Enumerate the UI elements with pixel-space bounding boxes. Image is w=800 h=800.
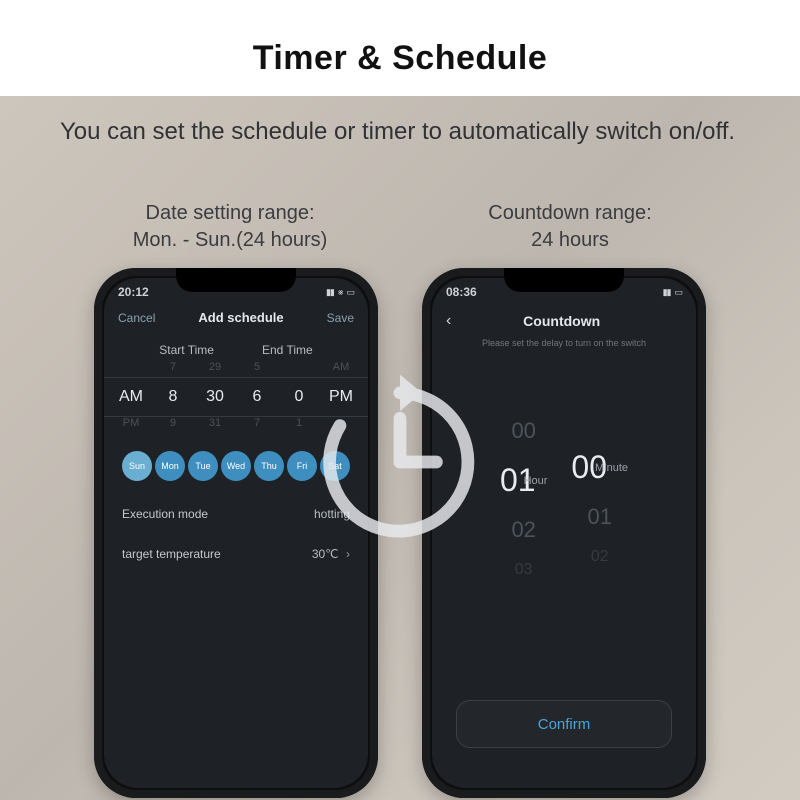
- day-fri[interactable]: Fri: [287, 451, 317, 481]
- save-button[interactable]: Save: [327, 311, 354, 325]
- end-time-label: End Time: [262, 343, 313, 357]
- caption-line: Date setting range:: [146, 202, 315, 224]
- screen-countdown: 08:36 ▮▮ ▭ ‹ Countdown Please set the de…: [432, 278, 696, 788]
- picker-start-hour[interactable]: 8: [160, 388, 186, 406]
- screen-title: Add schedule: [198, 310, 283, 325]
- picker-start-min[interactable]: 30: [202, 388, 228, 406]
- countdown-hint: Please set the delay to turn on the swit…: [432, 338, 696, 348]
- hour-wheel[interactable]: 00 01 Hour 02 03: [500, 418, 547, 579]
- day-tue[interactable]: Tue: [188, 451, 218, 481]
- signal-icon: ▮▮: [663, 287, 671, 298]
- minute-unit: Minute: [595, 462, 628, 474]
- page-title: Timer & Schedule: [253, 39, 548, 78]
- picker-am[interactable]: AM: [118, 388, 144, 406]
- minute-wheel[interactable]: 00 Minute 01 02: [571, 431, 628, 566]
- screen-title: Countdown: [441, 313, 682, 329]
- hour-unit: Hour: [524, 475, 548, 487]
- cancel-button[interactable]: Cancel: [118, 311, 155, 325]
- chevron-right-icon: ›: [346, 547, 350, 561]
- caption-line: Countdown range:: [488, 202, 651, 224]
- time-column-headers: Start Time End Time: [104, 343, 368, 357]
- row-target-temperature[interactable]: target temperature 30℃ ›: [104, 547, 368, 561]
- battery-icon: ▭: [674, 287, 682, 298]
- status-icons: ▮▮ ▭: [663, 287, 682, 298]
- phone-notch: [176, 268, 296, 292]
- screen-schedule: 20:12 ▮▮ ⨳ ▭ Cancel Add schedule Save St…: [104, 278, 368, 788]
- picker-row-above: 7 29 5 AM: [104, 361, 368, 373]
- caption-schedule: Date setting range: Mon. - Sun.(24 hours…: [60, 200, 400, 254]
- target-temperature-label: target temperature: [122, 547, 221, 561]
- picker-row-below: PM 9 31 7 1: [104, 417, 368, 429]
- status-icons: ▮▮ ⨳ ▭: [326, 287, 354, 298]
- phone-notch: [504, 268, 624, 292]
- signal-icon: ▮▮: [326, 287, 334, 298]
- start-time-label: Start Time: [159, 343, 214, 357]
- target-temperature-value: 30℃: [312, 547, 339, 561]
- caption-countdown: Countdown range: 24 hours: [400, 200, 740, 254]
- time-picker[interactable]: AM 8 30 6 0 PM: [104, 377, 368, 417]
- picker-end-hour[interactable]: 6: [244, 388, 270, 406]
- battery-icon: ▭: [346, 287, 354, 298]
- picker-pm[interactable]: PM: [328, 388, 354, 406]
- day-selector[interactable]: Sun Mon Tue Wed Thu Fri Sat: [104, 451, 368, 481]
- status-time: 20:12: [118, 285, 149, 299]
- screen-header: Cancel Add schedule Save: [104, 300, 368, 331]
- confirm-button[interactable]: Confirm: [456, 700, 672, 748]
- caption-line: 24 hours: [531, 229, 609, 251]
- day-sat[interactable]: Sat: [320, 451, 350, 481]
- execution-mode-label: Execution mode: [122, 507, 208, 521]
- phone-schedule: 20:12 ▮▮ ⨳ ▭ Cancel Add schedule Save St…: [94, 268, 378, 798]
- countdown-picker[interactable]: 00 01 Hour 02 03 00 Minute 01 02: [432, 418, 696, 579]
- execution-mode-value: hotting: [314, 507, 350, 521]
- screen-header: ‹ Countdown: [432, 300, 696, 334]
- wifi-icon: ⨳: [338, 287, 343, 298]
- picker-end-min[interactable]: 0: [286, 388, 312, 406]
- caption-line: Mon. - Sun.(24 hours): [133, 229, 328, 251]
- status-time: 08:36: [446, 285, 477, 299]
- row-execution-mode[interactable]: Execution mode hotting: [104, 507, 368, 521]
- phone-countdown: 08:36 ▮▮ ▭ ‹ Countdown Please set the de…: [422, 268, 706, 798]
- day-thu[interactable]: Thu: [254, 451, 284, 481]
- day-sun[interactable]: Sun: [122, 451, 152, 481]
- day-mon[interactable]: Mon: [155, 451, 185, 481]
- page-subtitle: You can set the schedule or timer to aut…: [60, 116, 740, 148]
- day-wed[interactable]: Wed: [221, 451, 251, 481]
